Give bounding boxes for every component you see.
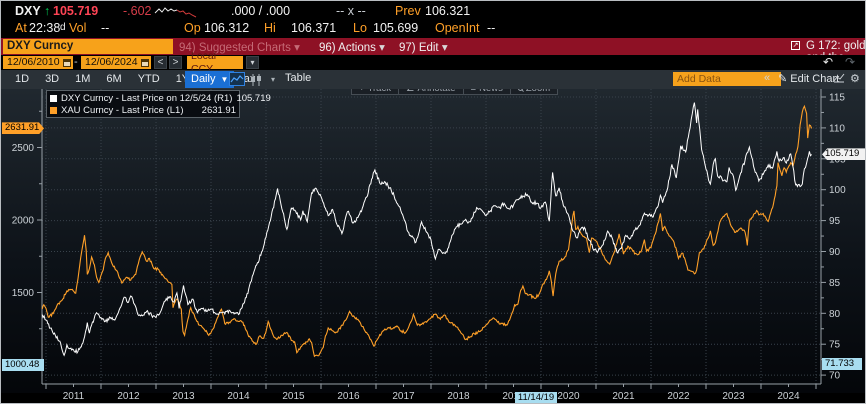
security-title-bar: DXY Curncy 94) Suggested Charts ▾ 96) Ac… <box>1 38 866 55</box>
svg-text:2020: 2020 <box>557 391 580 402</box>
svg-text:80: 80 <box>829 309 841 320</box>
svg-text:105: 105 <box>829 154 846 165</box>
prev-label: Prev <box>395 4 421 18</box>
at-label: At <box>15 21 27 35</box>
range-button-1d[interactable]: 1D <box>7 70 37 89</box>
svg-text:2021: 2021 <box>612 391 635 402</box>
svg-text:2023: 2023 <box>722 391 745 402</box>
svg-text:75: 75 <box>829 340 841 351</box>
edit-menu[interactable]: 97) Edit ▾ <box>399 40 448 54</box>
svg-text:85: 85 <box>829 278 841 289</box>
chart-settings-icon[interactable] <box>833 72 845 86</box>
vol-value: -- <box>101 21 109 35</box>
legend-value: 2631.91 <box>202 105 236 116</box>
range-button-6m[interactable]: 6M <box>98 70 129 89</box>
redo-icon[interactable]: ↷ <box>845 55 855 69</box>
low-value: 105.699 <box>373 21 418 35</box>
chart-legend: DXY Curncy - Last Price on 12/5/24 (R1) … <box>46 90 240 118</box>
end-date-input[interactable]: 12/06/2024 <box>81 56 151 69</box>
openint-label: OpenInt <box>435 21 479 35</box>
bid-ask-size: -- x -- <box>336 4 366 18</box>
undo-icon[interactable]: ↶ <box>823 55 833 69</box>
dropdown-caret-icon: ▾ <box>294 42 300 54</box>
svg-text:95: 95 <box>829 216 841 227</box>
svg-text:2016: 2016 <box>337 391 360 402</box>
legend-row-xau[interactable]: XAU Curncy - Last Price (L1) 2631.91 <box>50 104 236 116</box>
svg-text:2022: 2022 <box>667 391 690 402</box>
delay-flag: d <box>60 22 66 33</box>
prev-value: 106.321 <box>425 4 470 18</box>
calendar-icon[interactable] <box>141 59 149 67</box>
svg-text:90: 90 <box>829 247 841 258</box>
dxy-swatch-icon <box>50 95 57 102</box>
svg-text:115: 115 <box>829 93 845 104</box>
shift-range-back-button[interactable]: < <box>154 56 167 69</box>
collapse-panel-icon[interactable]: « <box>764 72 770 84</box>
price-change: -.602 <box>123 4 152 18</box>
svg-text:2017: 2017 <box>392 391 415 402</box>
high-value: 106.371 <box>291 21 336 35</box>
periodicity-select[interactable]: Daily▼ <box>185 71 234 88</box>
low-label: Lo <box>353 21 367 35</box>
openint-value: -- <box>487 21 495 35</box>
open-label: Op <box>184 21 201 35</box>
svg-text:2018: 2018 <box>447 391 470 402</box>
shift-range-forward-button[interactable]: > <box>169 56 182 69</box>
svg-text:1500: 1500 <box>12 288 35 299</box>
uptick-arrow-icon: ↑ <box>44 4 50 18</box>
actions-menu[interactable]: 96) Actions ▾ <box>319 40 385 54</box>
svg-text:110: 110 <box>829 123 845 134</box>
xau-swatch-icon <box>50 107 57 114</box>
chart-background <box>1 89 866 404</box>
line-chart-type-button[interactable] <box>229 72 245 86</box>
svg-text:70: 70 <box>829 371 841 382</box>
table-button[interactable]: Table <box>285 72 311 84</box>
currency-select[interactable]: Local CCY <box>187 56 243 69</box>
export-icon[interactable]: ↗ <box>791 41 800 50</box>
last-price: 105.719 <box>53 4 98 18</box>
range-button-1m[interactable]: 1M <box>67 70 98 89</box>
ticker-panel: DXY ↑ 105.719 -.602 .000 / .000 -- x -- … <box>1 1 866 38</box>
date-separator: - <box>74 56 78 68</box>
svg-text:2000: 2000 <box>12 216 35 227</box>
pencil-icon: ✎ <box>778 73 787 85</box>
range-button-ytd[interactable]: YTD <box>130 70 168 89</box>
vol-label: Vol <box>69 21 86 35</box>
range-button-3d[interactable]: 3D <box>37 70 67 89</box>
open-value: 106.312 <box>204 21 249 35</box>
ticker-symbol: DXY <box>15 4 41 18</box>
bloomberg-terminal-window: 1500 2000 2500 70 75 80 85 90 95 100 105 110 115 2011… <box>0 0 866 404</box>
bid-ask: .000 / .000 <box>231 4 290 18</box>
svg-text:2019: 2019 <box>502 391 525 402</box>
legend-row-dxy[interactable]: DXY Curncy - Last Price on 12/5/24 (R1) … <box>50 92 236 104</box>
svg-text:2011: 2011 <box>63 391 85 402</box>
start-date-input[interactable]: 12/06/2010 <box>3 56 73 69</box>
candle-chart-type-button[interactable] <box>249 72 263 87</box>
high-label: Hi <box>264 21 276 35</box>
legend-label: DXY Curncy - Last Price on 12/5/24 (R1) <box>61 93 232 104</box>
dropdown-caret-icon: ▼ <box>220 71 228 88</box>
intraday-sparkline <box>154 5 198 19</box>
currency-caret-button[interactable]: ▾ <box>246 56 259 69</box>
edit-chart-button[interactable]: ✎ Edit Chart <box>778 72 839 85</box>
svg-text:2013: 2013 <box>172 391 195 402</box>
svg-text:2024: 2024 <box>777 391 800 402</box>
date-range-bar: 12/06/2010 - 12/06/2024 < > Local CCY ▾ … <box>1 55 866 70</box>
legend-label: XAU Curncy - Last Price (L1) <box>61 105 183 116</box>
security-input[interactable]: DXY Curncy <box>3 39 173 54</box>
gear-icon[interactable]: ⚙ <box>850 72 860 85</box>
svg-text:2012: 2012 <box>117 391 140 402</box>
chart-toolbar: 1D3D1M6MYTD1Y5YMax Daily▼ ▾ Table Add Da… <box>1 70 866 89</box>
chart-type-caret-button[interactable]: ▾ <box>267 72 279 87</box>
svg-text:100: 100 <box>829 185 846 196</box>
calendar-icon[interactable] <box>63 59 71 67</box>
legend-value: 105.719 <box>236 93 270 104</box>
dropdown-caret-icon: ▾ <box>442 42 448 54</box>
svg-text:2014: 2014 <box>227 391 250 402</box>
dropdown-caret-icon: ▾ <box>379 42 385 54</box>
detach-window-icon[interactable]: ↘ <box>846 8 855 17</box>
quote-time: 22:38 <box>29 21 60 35</box>
svg-text:2500: 2500 <box>12 143 35 154</box>
svg-text:2015: 2015 <box>282 391 305 402</box>
